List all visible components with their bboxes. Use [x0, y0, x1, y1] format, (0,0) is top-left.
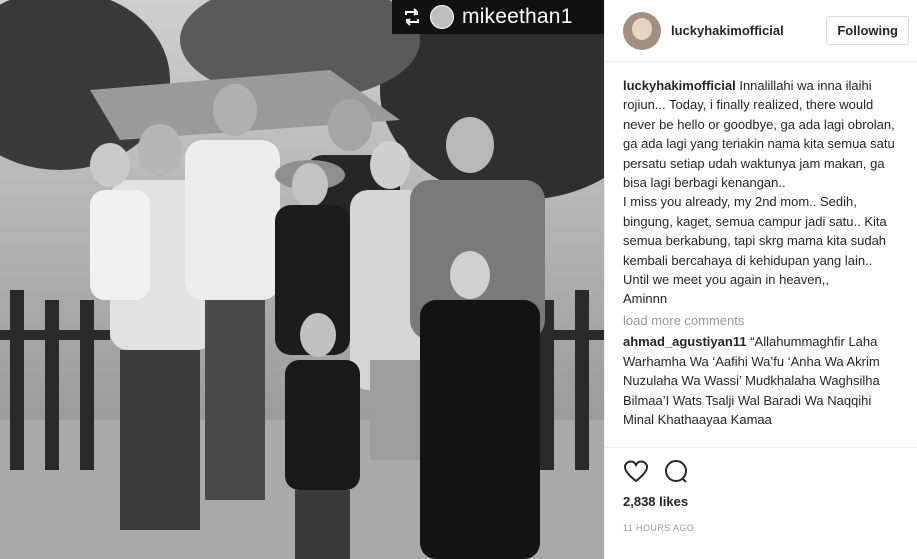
heart-icon[interactable]	[623, 459, 649, 485]
post-timestamp[interactable]: 11 HOURS AGO	[623, 523, 900, 533]
author-username[interactable]: luckyhakimofficial	[671, 23, 826, 38]
following-button[interactable]: Following	[826, 16, 909, 45]
post-header: luckyhakimofficial Following	[605, 0, 917, 62]
repost-banner[interactable]: mikeethan1	[392, 0, 604, 34]
caption-author[interactable]: luckyhakimofficial	[623, 78, 736, 93]
comment-icon[interactable]	[663, 459, 689, 485]
family-photo-illustration	[0, 0, 604, 559]
likes-count[interactable]: 2,838 likes	[623, 494, 900, 509]
comments-section: luckyhakimofficial Innalillahi wa inna i…	[605, 62, 917, 447]
repost-username: mikeethan1	[462, 5, 573, 28]
post-caption: luckyhakimofficial Innalillahi wa inna i…	[623, 76, 899, 309]
post-photo[interactable]: mikeethan1	[0, 0, 604, 559]
instagram-post: mikeethan1 luckyhakimofficial Following …	[0, 0, 917, 559]
caption-text: Innalillahi wa inna ilaihi rojiun... Tod…	[623, 78, 895, 307]
post-sidebar: luckyhakimofficial Following luckyhakimo…	[604, 0, 917, 559]
comment-author[interactable]: ahmad_agustiyan11	[623, 334, 747, 349]
post-actions: 2,838 likes 11 HOURS AGO	[605, 447, 917, 559]
author-avatar[interactable]	[623, 11, 661, 50]
repost-avatar	[430, 5, 454, 29]
load-more-comments-link[interactable]: load more comments	[623, 311, 899, 330]
repost-icon	[405, 8, 419, 26]
comment-item: ahmad_agustiyan11 “Allahummaghfir Laha W…	[623, 332, 899, 429]
